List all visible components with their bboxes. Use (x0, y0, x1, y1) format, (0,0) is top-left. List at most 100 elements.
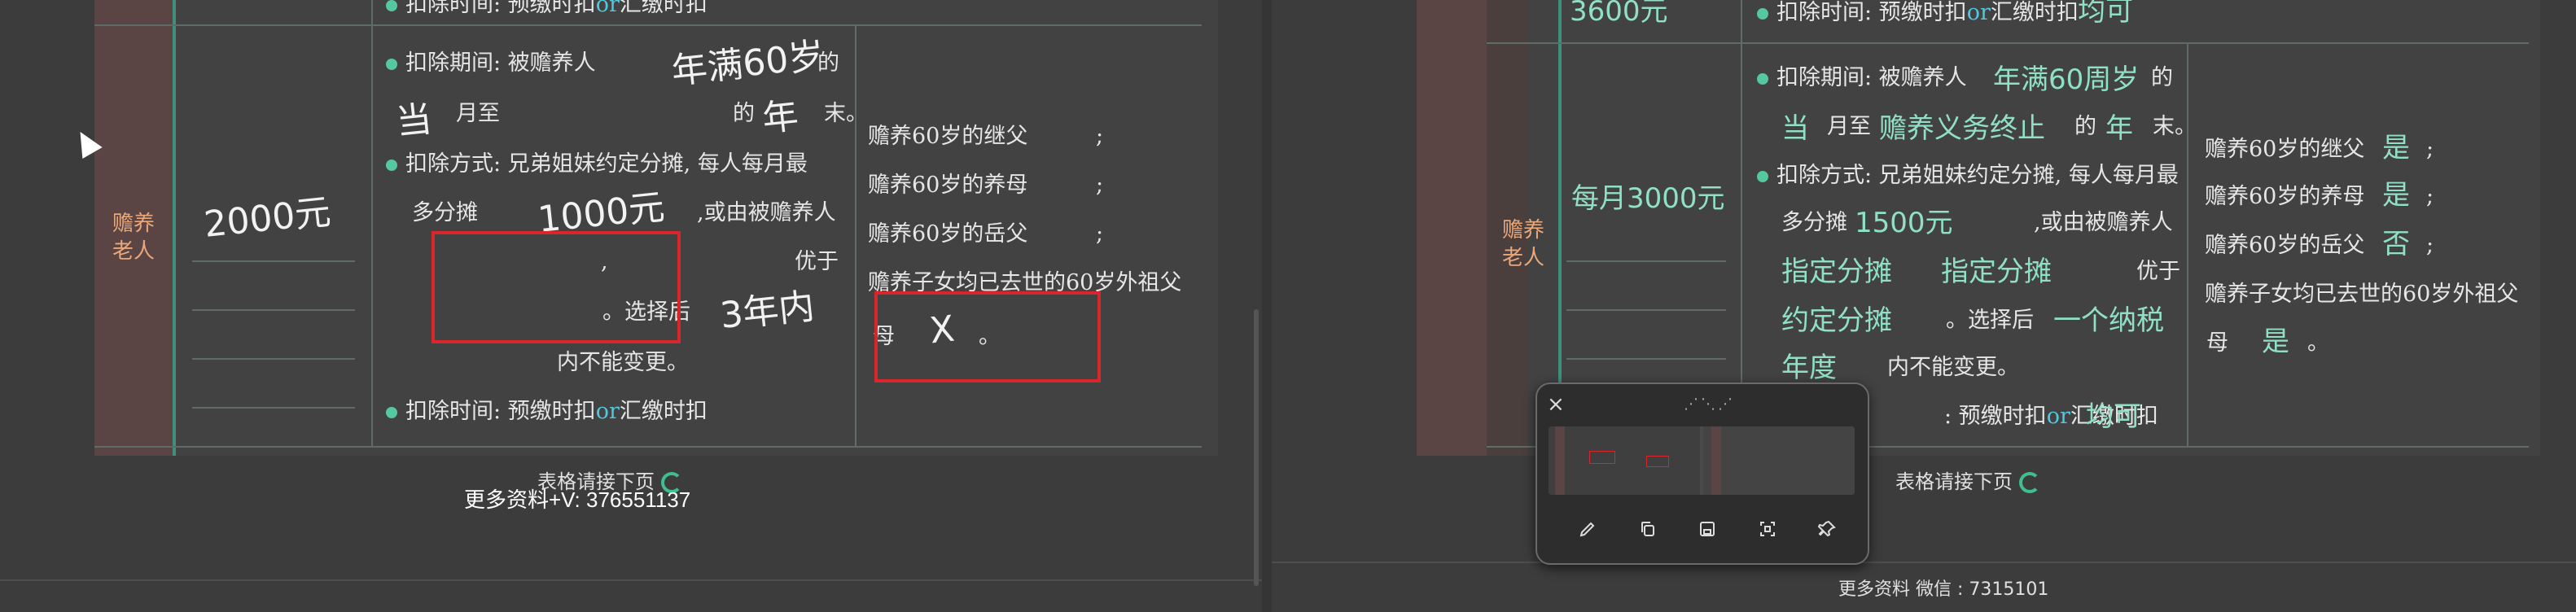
copy-icon[interactable] (1633, 514, 1663, 544)
vertical-scrollbar[interactable] (1254, 309, 1259, 586)
thumbnail-box (1589, 451, 1615, 464)
pane-divider[interactable] (1262, 0, 1272, 612)
column-divider (2187, 42, 2188, 448)
method-line2b: ,或由被赡养人 (2034, 210, 2173, 235)
period-line2c: 末。 (2153, 114, 2197, 139)
deduction-method-line1: 扣除方式: 兄弟姐妹约定分摊, 每人每月最 (1757, 163, 2179, 189)
grandparents-line1: 赡养子女均已去世的60岁外祖父 (2205, 282, 2519, 307)
method-line5: 内不能变更。 (557, 350, 689, 375)
blank-line (192, 309, 355, 311)
handwritten-answer: 1500元 (1855, 207, 1953, 239)
bullet-icon (1757, 7, 1768, 20)
method-line3b: 优于 (2136, 259, 2180, 284)
pane-bottom-line (1272, 562, 2576, 563)
handwritten-answer: 当 (1781, 112, 1809, 145)
column-divider (371, 0, 373, 448)
period-end-text: 的 (817, 50, 839, 76)
bullet-icon (386, 406, 397, 418)
blank-line (192, 358, 355, 360)
category-column (1417, 0, 1487, 456)
category-line-2: 老人 (112, 239, 155, 264)
handwritten-answer: 赡养义务终止 (1879, 112, 2045, 145)
row-divider (94, 446, 1202, 448)
screenshot-toolbar-popup[interactable]: × ⋰⋱⋰ (1536, 382, 1869, 565)
pane-bottom-line (0, 579, 1262, 581)
handwritten-answer: 是 (2382, 179, 2410, 212)
screenshot-thumbnail[interactable] (1549, 426, 1855, 495)
thumbnail-column (1555, 426, 1565, 495)
period-line2a: 月至 (456, 101, 500, 126)
category-label: 赡养 老人 (1487, 216, 1560, 272)
period-line2c: 末。 (824, 101, 868, 126)
handwritten-answer: 约定分摊 (1781, 304, 1892, 337)
category-line-1: 赡养 (1501, 218, 1544, 243)
handwritten-answer: 当 (393, 98, 435, 144)
close-icon[interactable]: × (1547, 392, 1565, 417)
category-line-2: 老人 (1501, 246, 1544, 270)
period-mark: 。 (2307, 330, 2329, 356)
step-mother-text: 赡养60岁的养母 (868, 173, 1028, 198)
handwritten-answer: 是 (2382, 132, 2410, 164)
bullet-icon (386, 58, 397, 70)
method-line3b: 优于 (795, 249, 839, 274)
handwritten-answer: 3年内 (718, 286, 817, 337)
semicolon: ; (1096, 221, 1104, 247)
period-line2a: 月至 (1827, 114, 1871, 139)
drag-handle-icon[interactable]: ⋰⋱⋰ (1684, 396, 1733, 413)
period-line2b: 的 (733, 101, 755, 126)
blank-line (1566, 358, 1726, 360)
bullet-icon (1757, 72, 1768, 85)
deduction-method-line1: 扣除方式: 兄弟姐妹约定分摊, 每人每月最 (386, 151, 808, 177)
bullet-icon (386, 0, 397, 11)
method-line2b: ,或由被赡养人 (697, 200, 836, 225)
top-amount: 3600元 (1570, 0, 1668, 28)
step-father-text: 赡养60岁的继父 (868, 124, 1028, 149)
highlight-box (874, 291, 1101, 382)
continue-note: 表格请接下页 (1895, 466, 2040, 494)
bullet-icon (386, 159, 397, 171)
handwritten-answer: 年满60周岁 (1993, 63, 2140, 96)
pin-icon[interactable] (1812, 514, 1842, 544)
period-line2b: 的 (2074, 114, 2096, 139)
category-label: 赡养 老人 (94, 210, 173, 265)
deduction-period-line1: 扣除期间: 被赡养人 (386, 50, 596, 76)
screenshot-icon[interactable] (1753, 514, 1782, 544)
father-in-law-text: 赡养60岁的岳父 (868, 221, 1028, 247)
row-divider (94, 24, 1202, 26)
father-in-law-text: 赡养60岁的岳父 (2205, 233, 2365, 258)
thumbnail-column (1711, 426, 1721, 495)
deduction-period-line1: 扣除期间: 被赡养人 (1757, 65, 1967, 91)
method-line2a: 多分摊 (412, 200, 478, 225)
blank-line (192, 407, 355, 409)
highlight-box (432, 231, 681, 343)
category-line-1: 赡养 (112, 212, 155, 236)
pencil-icon[interactable] (1573, 514, 1602, 544)
handwritten-answer: 一个纳税 (2053, 304, 2164, 337)
method-line2a: 多分摊 (1781, 210, 1847, 235)
watermark: 更多资料 微信 : 7315101 (1838, 579, 2049, 600)
deduction-time-line: 扣除时间: 预缴时扣or汇缴时扣 (386, 399, 708, 425)
method-line4: 。选择后 (1946, 308, 2034, 333)
period-end-text: 的 (2151, 65, 2173, 90)
popup-tools (1573, 514, 1842, 544)
refresh-icon (2019, 472, 2040, 493)
handwritten-answer: 均可 (2086, 400, 2141, 433)
blank-line (192, 260, 355, 262)
grandparents-line2: 母 (2206, 330, 2228, 356)
blank-line (1566, 309, 1726, 311)
handwritten-answer: 指定分摊 (1781, 256, 1892, 288)
handwritten-answer: 年 (760, 94, 801, 141)
top-deduction-time-line: 扣除时间: 预缴时扣or汇缴时扣 (1757, 0, 2079, 26)
right-pane: 3600元 扣除时间: 预缴时扣or汇缴时扣 均可 赡养 老人 每月3000元 … (1272, 0, 2576, 612)
column-divider (173, 0, 176, 456)
handwritten-answer: 是 (2262, 326, 2289, 358)
deduction-time-row-top: 扣除时间: 预缴时扣or汇缴时扣 (386, 0, 708, 18)
left-pane: 赡养 老人 扣除时间: 预缴时扣or汇缴时扣 扣除期间: 被赡养人 年满60岁 … (0, 0, 1262, 612)
row-divider (1487, 42, 2529, 44)
column-divider (855, 24, 856, 448)
semicolon: ; (1096, 124, 1104, 149)
column-divider (1741, 0, 1742, 448)
semicolon: ; (2426, 184, 2434, 209)
semicolon: ; (2426, 233, 2434, 258)
save-icon[interactable] (1693, 514, 1722, 544)
